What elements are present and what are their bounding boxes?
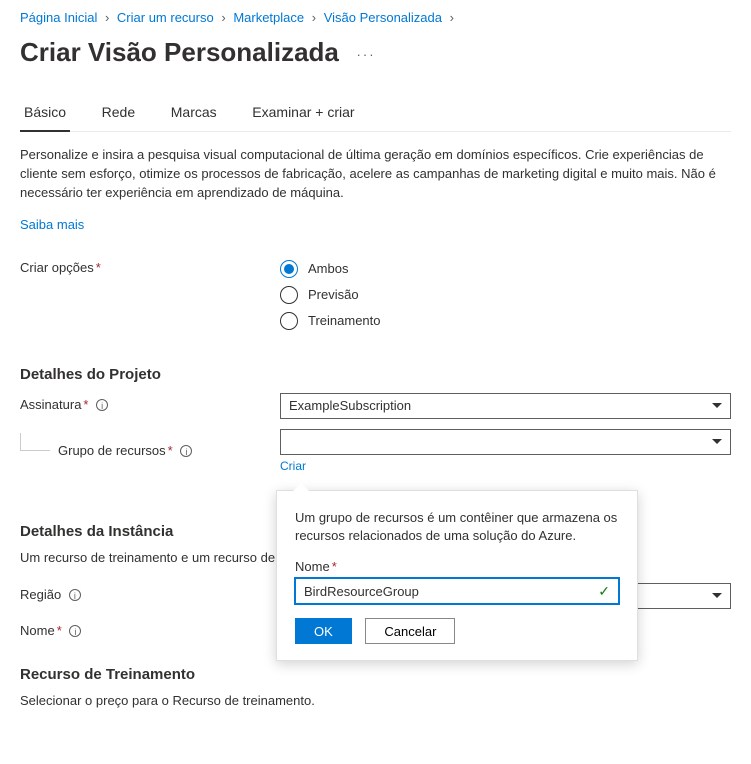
input-value: BirdResourceGroup xyxy=(304,584,419,599)
required-icon: * xyxy=(57,623,62,638)
learn-more-link[interactable]: Saiba mais xyxy=(20,217,84,232)
tab-tags[interactable]: Marcas xyxy=(167,96,221,130)
chevron-right-icon: › xyxy=(105,10,109,25)
region-label: Região xyxy=(20,587,61,602)
ok-button[interactable]: OK xyxy=(295,618,352,644)
tab-description: Personalize e insira a pesquisa visual c… xyxy=(20,146,731,203)
radio-icon xyxy=(280,286,298,304)
create-options-row: Criar opções* Ambos Previsão Treinamento xyxy=(20,256,731,338)
subscription-dropdown[interactable]: ExampleSubscription xyxy=(280,393,731,419)
checkmark-icon: ✓ xyxy=(598,583,610,600)
breadcrumb: Página Inicial › Criar um recurso › Mark… xyxy=(20,0,731,31)
info-icon[interactable]: i xyxy=(96,399,108,411)
section-project-details: Detalhes do Projeto xyxy=(20,366,731,383)
radio-option-training[interactable]: Treinamento xyxy=(280,312,731,330)
breadcrumb-link[interactable]: Marketplace xyxy=(233,10,304,25)
radio-icon xyxy=(280,260,298,278)
cancel-button[interactable]: Cancelar xyxy=(365,618,455,644)
section-training-resource: Recurso de Treinamento xyxy=(20,666,731,683)
info-icon[interactable]: i xyxy=(69,589,81,601)
tree-indent-icon xyxy=(20,433,50,451)
tab-network[interactable]: Rede xyxy=(98,96,139,130)
tabs: Básico Rede Marcas Examinar + criar xyxy=(20,96,731,132)
required-icon: * xyxy=(168,443,173,458)
chevron-down-icon xyxy=(712,403,722,408)
chevron-right-icon: › xyxy=(450,10,454,25)
training-resource-description: Selecionar o preço para o Recurso de tre… xyxy=(20,693,731,708)
required-icon: * xyxy=(96,260,101,275)
popup-name-input[interactable]: BirdResourceGroup ✓ xyxy=(295,578,619,604)
breadcrumb-link[interactable]: Visão Personalizada xyxy=(324,10,442,25)
required-icon: * xyxy=(332,559,337,574)
breadcrumb-link[interactable]: Criar um recurso xyxy=(117,10,214,25)
info-icon[interactable]: i xyxy=(180,445,192,457)
radio-option-both[interactable]: Ambos xyxy=(280,260,731,278)
radio-label: Previsão xyxy=(308,287,359,302)
resource-group-dropdown[interactable] xyxy=(280,429,731,455)
breadcrumb-link[interactable]: Página Inicial xyxy=(20,10,97,25)
resource-group-label: Grupo de recursos xyxy=(58,443,166,458)
more-icon[interactable]: ··· xyxy=(357,47,376,62)
subscription-label: Assinatura xyxy=(20,397,81,412)
info-icon[interactable]: i xyxy=(69,625,81,637)
chevron-right-icon: › xyxy=(312,10,316,25)
chevron-down-icon xyxy=(712,593,722,598)
page-title: Criar Visão Personalizada xyxy=(20,37,339,68)
popup-name-label: Nome xyxy=(295,559,330,574)
required-icon: * xyxy=(83,397,88,412)
chevron-down-icon xyxy=(712,439,722,444)
dropdown-value: ExampleSubscription xyxy=(289,398,411,413)
name-label: Nome xyxy=(20,623,55,638)
radio-option-prediction[interactable]: Previsão xyxy=(280,286,731,304)
create-options-label: Criar opções xyxy=(20,260,94,275)
radio-label: Treinamento xyxy=(308,313,381,328)
resource-group-row: Grupo de recursos* i Criar xyxy=(20,429,731,473)
radio-icon xyxy=(280,312,298,330)
tab-review[interactable]: Examinar + criar xyxy=(248,96,358,130)
create-new-link[interactable]: Criar xyxy=(280,459,306,473)
subscription-row: Assinatura* i ExampleSubscription xyxy=(20,393,731,419)
tab-basic[interactable]: Básico xyxy=(20,96,70,132)
chevron-right-icon: › xyxy=(221,10,225,25)
create-resource-group-popup: Um grupo de recursos é um contêiner que … xyxy=(276,490,638,661)
popup-description: Um grupo de recursos é um contêiner que … xyxy=(295,509,619,545)
radio-label: Ambos xyxy=(308,261,348,276)
